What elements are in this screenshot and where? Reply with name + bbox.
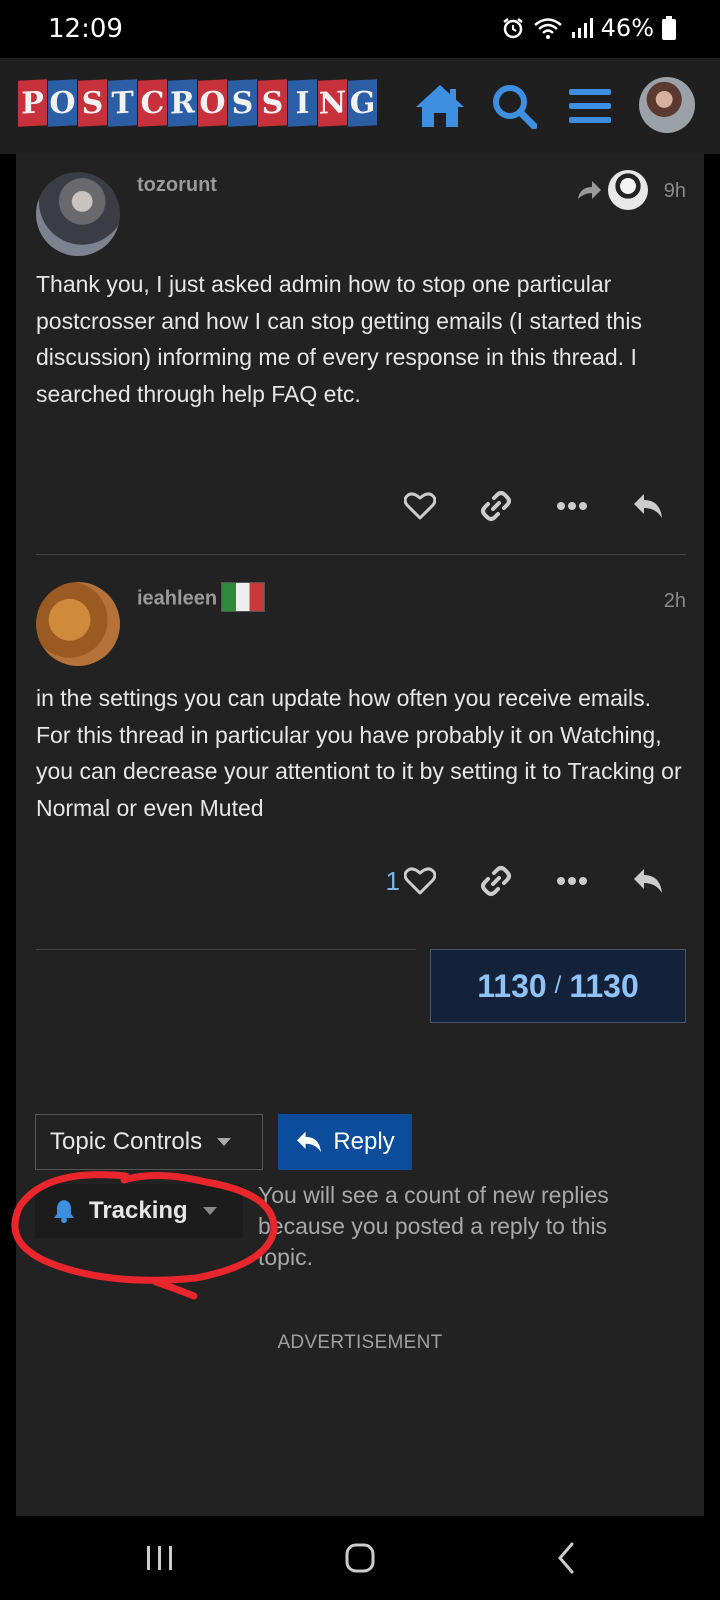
reply-button[interactable]: Reply: [278, 1114, 412, 1170]
topic-controls-dropdown[interactable]: Topic Controls: [35, 1114, 263, 1170]
post-actions: [382, 484, 686, 528]
reply-icon: [297, 1131, 322, 1153]
search-icon: [493, 85, 537, 129]
logo-letter: T: [108, 79, 137, 127]
avatar[interactable]: [36, 582, 120, 666]
post-time[interactable]: 9h: [664, 180, 686, 203]
post-divider: [36, 554, 686, 555]
copy-link-button[interactable]: [458, 484, 534, 528]
logo-letter: G: [348, 79, 377, 127]
status-icons: 46%: [501, 14, 676, 42]
alarm-icon: [502, 18, 523, 39]
post-actions: 1: [360, 859, 686, 903]
home-icon: [416, 85, 464, 127]
progress-current: 1130: [477, 967, 547, 1004]
caret-down-icon: [202, 1207, 217, 1215]
reply-label: Reply: [333, 1128, 395, 1155]
notification-level-dropdown[interactable]: Tracking: [35, 1184, 243, 1238]
post-divider: [36, 949, 416, 950]
bell-icon: [54, 1200, 74, 1223]
current-user-avatar[interactable]: [639, 77, 695, 133]
like-button[interactable]: [382, 859, 458, 903]
copy-link-button[interactable]: [458, 859, 534, 903]
home-button[interactable]: [414, 80, 466, 132]
signal-icon: [571, 18, 593, 38]
logo-letter: O: [198, 79, 227, 127]
home-circle-icon: [345, 1543, 375, 1573]
postcrossing-logo[interactable]: POSTCROSSING: [18, 79, 378, 127]
reply-to-avatar: [608, 170, 648, 210]
more-button[interactable]: [534, 484, 610, 528]
more-icon: [557, 877, 587, 885]
site-header: POSTCROSSING: [0, 58, 720, 154]
topic-controls-label: Topic Controls: [50, 1128, 203, 1155]
menu-button[interactable]: [564, 80, 616, 132]
progress-total: 1130: [569, 967, 639, 1004]
logo-letter: S: [228, 79, 257, 127]
username[interactable]: ieahleen: [137, 582, 266, 614]
reply-icon: [634, 869, 662, 893]
home-nav-button[interactable]: [330, 1530, 390, 1586]
back-button[interactable]: [536, 1530, 596, 1586]
logo-letter: S: [258, 79, 287, 127]
logo-letter: N: [318, 79, 347, 127]
topic-stream: tozorunt 9h Thank you, I just asked admi…: [11, 154, 704, 1516]
android-nav-bar: [0, 1516, 720, 1600]
heart-icon: [404, 492, 436, 520]
logo-letter: O: [48, 79, 77, 127]
hamburger-icon: [569, 89, 611, 123]
wifi-icon: [533, 18, 562, 39]
link-icon: [481, 866, 511, 896]
logo-letter: R: [168, 79, 197, 127]
logo-letter: S: [78, 79, 107, 127]
post-body: Thank you, I just asked admin how to sto…: [36, 271, 642, 407]
advertisement-label: ADVERTISEMENT: [277, 1332, 443, 1353]
recent-apps-button[interactable]: [130, 1530, 190, 1586]
tracking-label: Tracking: [89, 1197, 188, 1224]
more-icon: [557, 502, 587, 510]
progress-separator: /: [554, 972, 562, 999]
notification-description: You will see a count of new replies beca…: [258, 1182, 609, 1270]
back-icon: [558, 1542, 574, 1574]
italy-flag-icon: [221, 582, 266, 612]
post-body: in the settings you can update how often…: [36, 685, 682, 821]
reply-icon: [634, 494, 662, 518]
battery-percent: 46%: [600, 14, 654, 42]
share-arrow-icon: [578, 181, 601, 199]
username-text: ieahleen: [137, 587, 218, 610]
status-bar: 12:09 46%: [0, 0, 720, 58]
logo-letter: I: [288, 79, 317, 127]
caret-down-icon: [217, 1138, 232, 1146]
logo-letter: P: [18, 79, 47, 127]
like-button[interactable]: [382, 484, 458, 528]
post-time[interactable]: 2h: [664, 590, 686, 613]
topic-progress[interactable]: 1130 / 1130: [430, 949, 686, 1023]
search-button[interactable]: [488, 80, 540, 132]
reply-post-button[interactable]: [610, 484, 686, 528]
logo-letter: C: [138, 79, 167, 127]
reply-to-indicator[interactable]: [576, 170, 648, 210]
battery-icon: [662, 16, 676, 40]
heart-icon: [404, 867, 436, 895]
recents-icon: [147, 1546, 172, 1570]
username[interactable]: tozorunt: [137, 174, 217, 197]
status-time: 12:09: [48, 14, 123, 44]
reply-post-button[interactable]: [610, 859, 686, 903]
link-icon: [481, 491, 511, 521]
more-button[interactable]: [534, 859, 610, 903]
avatar[interactable]: [36, 172, 120, 256]
